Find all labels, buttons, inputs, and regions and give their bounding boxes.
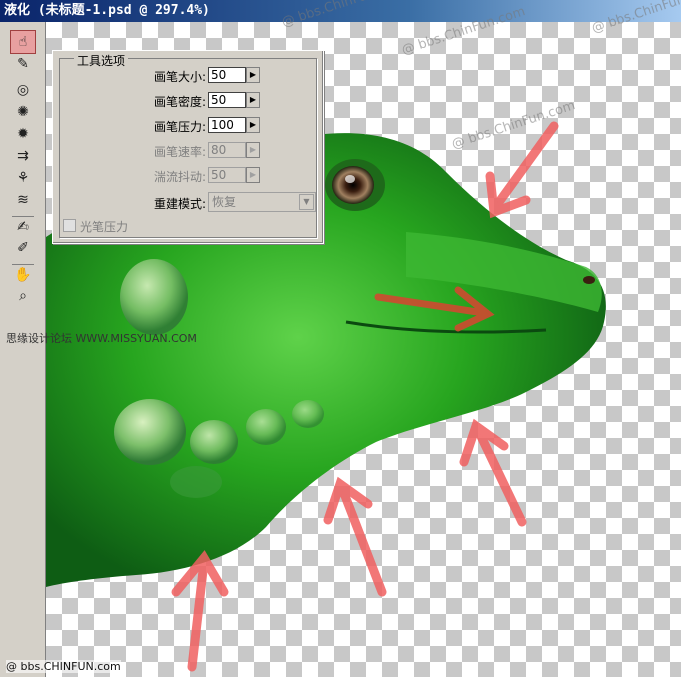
brush-size-arrow-icon[interactable]: ▶: [246, 67, 260, 83]
brush-density-label: 画笔密度:: [153, 95, 206, 109]
brush-density-field[interactable]: 50: [208, 92, 246, 108]
brush-pressure-label: 画笔压力:: [153, 120, 206, 134]
reconstruct-mode-select: 恢复 ▼: [208, 192, 316, 212]
brush-rate-label: 画笔速率:: [153, 145, 206, 159]
mirror-tool-icon[interactable]: ⚘: [12, 168, 34, 188]
twirl-clockwise-tool-icon[interactable]: ◎: [12, 80, 34, 100]
thaw-mask-tool-icon[interactable]: ✐: [12, 238, 34, 258]
turbulent-jitter-field: 50: [208, 167, 246, 183]
pucker-tool-icon[interactable]: ✺: [12, 102, 34, 122]
turbulent-jitter-arrow-icon: ▶: [246, 167, 260, 183]
brush-rate-row: 画笔速率: 80 ▶: [60, 140, 316, 160]
turbulent-jitter-label: 湍流抖动:: [153, 170, 206, 184]
hand-tool-icon[interactable]: ✋: [12, 264, 34, 285]
brush-size-row: 画笔大小: 50 ▶: [60, 65, 316, 85]
warp-tool-icon[interactable]: ☝: [10, 30, 36, 54]
brush-pressure-row: 画笔压力: 100 ▶: [60, 115, 316, 135]
brush-pressure-arrow-icon[interactable]: ▶: [246, 117, 260, 133]
brush-pressure-field[interactable]: 100: [208, 117, 246, 133]
brush-density-row: 画笔密度: 50 ▶: [60, 90, 316, 110]
tool-palette: ☝ ✎ ◎ ✺ ✹ ⇉ ⚘ ≋ ✍ ✐ ✋ ⌕: [0, 22, 46, 677]
bloat-tool-icon[interactable]: ✹: [12, 124, 34, 144]
tool-options-group: 工具选项 画笔大小: 50 ▶ 画笔密度: 50 ▶ 画笔压力: 100 ▶ 画…: [59, 52, 317, 238]
brush-density-arrow-icon[interactable]: ▶: [246, 92, 260, 108]
turbulence-tool-icon[interactable]: ≋: [12, 190, 34, 210]
tool-options-panel: 工具选项 画笔大小: 50 ▶ 画笔密度: 50 ▶ 画笔压力: 100 ▶ 画…: [52, 50, 324, 244]
brush-size-label: 画笔大小:: [153, 70, 206, 84]
push-left-tool-icon[interactable]: ⇉: [12, 146, 34, 166]
stylus-pressure-checkbox: 光笔压力: [63, 218, 128, 235]
brush-rate-arrow-icon: ▶: [246, 142, 260, 158]
brush-size-field[interactable]: 50: [208, 67, 246, 83]
site-watermark-bottom: @ bbs.CHINFUN.com: [6, 660, 121, 673]
reconstruct-mode-label: 重建模式:: [153, 197, 206, 211]
reconstruct-tool-icon[interactable]: ✎: [12, 54, 34, 74]
reconstruct-mode-value: 恢复: [212, 195, 237, 209]
stylus-pressure-label: 光笔压力: [80, 220, 129, 234]
reconstruct-mode-row: 重建模式: 恢复 ▼: [60, 192, 316, 212]
freeze-mask-tool-icon[interactable]: ✍: [12, 216, 34, 237]
zoom-tool-icon[interactable]: ⌕: [12, 286, 34, 306]
checkbox-icon: [63, 219, 76, 232]
site-watermark-left: 思缘设计论坛 WWW.MISSYUAN.COM: [6, 332, 197, 345]
turbulent-jitter-row: 湍流抖动: 50 ▶: [60, 165, 316, 185]
chevron-down-icon: ▼: [299, 194, 314, 210]
brush-rate-field: 80: [208, 142, 246, 158]
